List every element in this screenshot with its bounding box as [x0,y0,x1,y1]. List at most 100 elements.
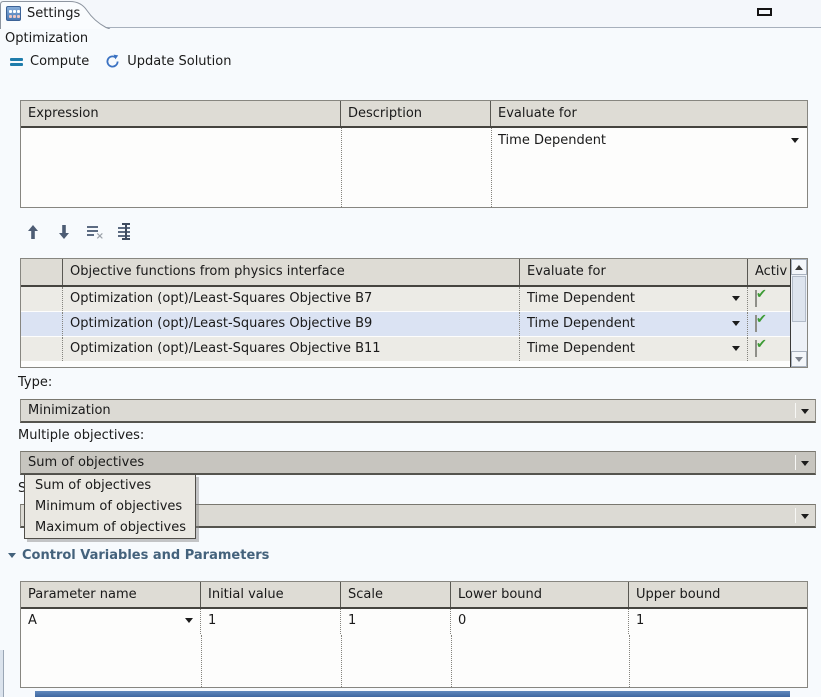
combo-separator [795,455,796,470]
node-label: Optimization [5,31,88,46]
scroll-up-button[interactable] [791,259,807,275]
chevron-down-icon [801,461,809,466]
chevron-down-icon[interactable] [732,346,740,351]
evaluate-for-cell[interactable]: Time Dependent [520,337,748,361]
lower-bound-cell[interactable]: 0 [451,609,629,634]
column-header-evaluate-for: Evaluate for [520,259,748,285]
scroll-down-button[interactable] [791,351,807,367]
chevron-down-icon[interactable] [185,618,193,623]
check-icon: ✔ [756,312,767,327]
expression-table-body[interactable]: Time Dependent [21,128,807,207]
collapse-triangle-icon [8,553,16,558]
check-icon: ✔ [756,287,767,302]
active-cell[interactable]: ✔ [748,312,790,336]
column-separator [341,635,342,687]
active-cell[interactable]: ✔ [748,337,790,361]
settings-icon [6,6,21,21]
scroll-down-icon [795,357,803,362]
multiple-objectives-combobox[interactable]: Sum of objectives [20,451,816,475]
type-value: Minimization [28,403,111,418]
settings-toolbar: Compute Update Solution [10,54,231,69]
multiple-objectives-label: Multiple objectives: [18,428,144,443]
compute-label: Compute [30,54,89,69]
column-header-initial-value: Initial value [201,582,341,607]
active-checkbox[interactable]: ✔ [755,340,757,357]
dropdown-option-minimum[interactable]: Minimum of objectives [25,496,195,517]
active-cell[interactable]: ✔ [748,287,790,311]
load-table-icon [125,224,127,239]
dropdown-option-sum[interactable]: Sum of objectives [25,475,195,496]
scrollbar-thumb[interactable] [792,276,806,322]
rownum-cell [21,287,63,311]
settings-panel: Settings Optimization Compute Update Sol… [0,0,821,697]
column-header-expression: Expression [21,101,341,126]
vertical-scrollbar[interactable] [790,259,807,367]
tab-bar-underline [0,27,821,28]
tab-bar: Settings [0,0,821,28]
expression-table-header: Expression Description Evaluate for [21,101,807,128]
expression-table: Expression Description Evaluate for Time… [20,100,808,208]
column-header-active: Activ [748,259,790,285]
refresh-icon [105,54,120,69]
column-header-description: Description [341,101,491,126]
column-header-scale: Scale [341,582,451,607]
update-solution-button[interactable]: Update Solution [105,54,231,69]
column-header-upper-bound: Upper bound [629,582,807,607]
objective-row[interactable]: Optimization (opt)/Least-Squares Objecti… [21,287,790,312]
combo-separator [795,508,796,523]
rownum-cell [21,337,63,361]
move-up-button[interactable] [24,223,42,241]
initial-value-cell[interactable]: 1 [201,609,341,634]
column-separator [629,635,630,687]
parameter-table-empty-area[interactable] [21,635,807,687]
minimize-icon[interactable] [757,8,772,16]
compute-icon [10,56,23,68]
move-up-icon [26,224,40,240]
objective-table: Objective functions from physics interfa… [20,258,808,368]
column-header-evaluate-for: Evaluate for [491,101,807,126]
section-title: Control Variables and Parameters [22,548,269,563]
column-header-objective: Objective functions from physics interfa… [63,259,520,285]
evaluate-for-cell[interactable]: Time Dependent [520,312,748,336]
active-checkbox[interactable]: ✔ [755,290,757,307]
load-table-button[interactable] [117,223,135,241]
update-solution-label: Update Solution [127,54,231,69]
column-header-parameter-name: Parameter name [21,582,201,607]
objective-table-toolbar: × [24,223,135,241]
objective-table-header: Objective functions from physics interfa… [21,259,790,287]
chevron-down-icon [801,409,809,414]
lower-panel-top-edge [35,691,790,697]
section-control-variables[interactable]: Control Variables and Parameters [8,548,269,563]
evaluate-for-cell[interactable]: Time Dependent [520,287,748,311]
objective-cell[interactable]: Optimization (opt)/Least-Squares Objecti… [63,287,520,311]
check-icon: ✔ [756,337,767,352]
chevron-down-icon[interactable] [791,138,799,143]
compute-button[interactable]: Compute [10,54,89,69]
chevron-down-icon[interactable] [732,296,740,301]
dropdown-option-maximum[interactable]: Maximum of objectives [25,517,195,538]
parameter-row[interactable]: A 1 1 0 1 [21,609,807,635]
objective-cell[interactable]: Optimization (opt)/Least-Squares Objecti… [63,312,520,336]
column-separator [491,128,492,207]
rownum-cell [21,312,63,336]
scroll-up-icon [795,265,803,270]
adjacent-panel-edge [0,650,4,697]
type-combobox[interactable]: Minimization [20,399,816,423]
column-separator [201,635,202,687]
objective-row[interactable]: Optimization (opt)/Least-Squares Objecti… [21,337,790,362]
evaluate-for-cell[interactable]: Time Dependent [498,133,785,148]
move-down-button[interactable] [55,223,73,241]
multiple-objectives-value: Sum of objectives [28,455,144,470]
chevron-down-icon [801,514,809,519]
chevron-down-icon[interactable] [732,321,740,326]
clear-table-button[interactable]: × [86,223,104,241]
upper-bound-cell[interactable]: 1 [629,609,807,634]
combo-separator [795,403,796,418]
tab-settings[interactable]: Settings [0,0,112,28]
active-checkbox[interactable]: ✔ [755,315,757,332]
scale-cell[interactable]: 1 [341,609,451,634]
parameter-name-cell[interactable]: A [21,609,201,634]
objective-row-selected[interactable]: Optimization (opt)/Least-Squares Objecti… [21,312,790,337]
tab-title: Settings [27,6,80,21]
objective-cell[interactable]: Optimization (opt)/Least-Squares Objecti… [63,337,520,361]
